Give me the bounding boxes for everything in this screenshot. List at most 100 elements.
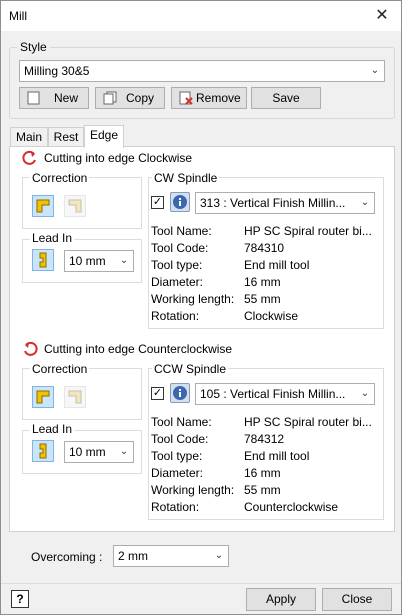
copy-button[interactable]: Copy [95,87,165,109]
cw-spindle-label: CW Spindle [152,171,220,185]
detail-key: Rotation: [151,309,200,323]
ccw-correction-right-button[interactable] [64,386,86,408]
ccw-correction-label: Correction [30,362,90,376]
info-icon [173,195,187,209]
help-icon: ? [16,592,24,606]
close-button-label: Close [341,592,373,606]
overcoming-label: Overcoming : [31,550,103,564]
detail-key: Rotation: [151,500,200,514]
chevron-down-icon: ⌄ [119,446,129,457]
cw-tool-select[interactable]: 313 : Vertical Finish Millin... ⌄ [195,192,375,214]
chevron-down-icon: ⌄ [214,550,224,561]
detail-value: Clockwise [244,309,299,323]
cw-lead-in-button[interactable] [32,249,54,271]
save-button[interactable]: Save [251,87,321,109]
detail-value: 16 mm [244,275,281,289]
copy-button-label: Copy [126,91,155,105]
correction-left-icon [36,199,50,213]
ccw-spindle-label: CCW Spindle [152,362,229,376]
detail-value: End mill tool [244,258,310,272]
remove-button[interactable]: Remove [171,87,247,109]
detail-value: End mill tool [244,449,310,463]
detail-value: 55 mm [244,483,281,497]
chevron-down-icon: ⌄ [360,197,370,208]
new-button[interactable]: New [19,87,89,109]
correction-right-icon [68,199,82,213]
detail-key: Tool Name: [151,224,212,238]
tab-main-label: Main [15,130,42,144]
cw-spindle-checkbox[interactable]: ✓ [151,196,164,209]
detail-key: Tool type: [151,449,203,463]
apply-button[interactable]: Apply [246,588,316,611]
clockwise-arrow-icon [22,150,36,165]
detail-value: HP SC Spiral router bi... [244,224,372,238]
close-window-icon[interactable]: ✕ [369,3,395,29]
tab-rest-label: Rest [53,130,79,144]
chevron-down-icon: ⌄ [360,388,370,399]
remove-document-icon [179,91,193,105]
detail-value: 784312 [244,432,285,446]
detail-value: HP SC Spiral router bi... [244,415,372,429]
overcoming-select[interactable]: 2 mm ⌄ [113,545,229,567]
ccw-correction-left-button[interactable] [32,386,54,408]
detail-value: 16 mm [244,466,281,480]
detail-value: 55 mm [244,292,281,306]
detail-key: Tool Code: [151,432,209,446]
detail-key: Working length: [151,483,235,497]
help-button[interactable]: ? [11,590,29,608]
cw-section-header: Cutting into edge Clockwise [22,150,322,167]
correction-right-icon [68,390,82,404]
edge-tab-panel: Cutting into edge Clockwise Correction L… [9,146,395,532]
correction-left-icon [36,390,50,404]
ccw-tool-info-button[interactable] [170,383,190,403]
title-bar: Mill ✕ [1,1,401,31]
style-group-label: Style [17,40,50,54]
tab-edge-label: Edge [89,128,119,142]
ccw-section-title: Cutting into edge Counterclockwise [44,342,233,356]
ccw-lead-in-value: 10 mm [69,445,106,459]
info-icon [173,386,187,400]
detail-key: Tool type: [151,258,203,272]
copy-icon [103,91,117,105]
style-select[interactable]: Milling 30&5 ⌄ [19,60,385,82]
lead-in-icon [39,443,47,459]
lead-in-icon [39,252,47,268]
new-document-icon [27,91,40,105]
remove-button-label: Remove [196,91,241,105]
ccw-spindle-checkbox[interactable]: ✓ [151,387,164,400]
overcoming-value: 2 mm [118,549,148,563]
apply-button-label: Apply [265,592,297,606]
new-button-label: New [54,91,79,105]
mill-dialog: Mill ✕ Style Milling 30&5 ⌄ New Copy Rem… [0,0,402,615]
detail-key: Working length: [151,292,235,306]
window-title: Mill [9,9,27,23]
ccw-lead-in-label: Lead In [30,422,75,436]
tab-main[interactable]: Main [10,127,48,147]
cw-tool-select-value: 313 : Vertical Finish Millin... [200,196,346,210]
tab-edge[interactable]: Edge [84,125,124,148]
chevron-down-icon: ⌄ [119,255,129,266]
ccw-section-header: Cutting into edge Counterclockwise [22,341,362,358]
detail-key: Tool Code: [151,241,209,255]
detail-key: Tool Name: [151,415,212,429]
ccw-tool-select[interactable]: 105 : Vertical Finish Millin... ⌄ [195,383,375,405]
save-button-label: Save [272,91,300,105]
detail-key: Diameter: [151,466,204,480]
detail-value: Counterclockwise [244,500,339,514]
ccw-tool-select-value: 105 : Vertical Finish Millin... [200,387,346,401]
cw-correction-left-button[interactable] [32,195,54,217]
cw-tool-info-button[interactable] [170,192,190,212]
style-select-value: Milling 30&5 [24,64,90,78]
close-button[interactable]: Close [322,588,392,611]
cw-lead-in-select[interactable]: 10 mm ⌄ [64,250,134,272]
cw-correction-label: Correction [30,171,90,185]
tab-rest[interactable]: Rest [48,127,84,147]
footer-divider [1,583,401,584]
chevron-down-icon: ⌄ [370,65,380,76]
counterclockwise-arrow-icon [24,341,38,356]
cw-correction-right-button[interactable] [64,195,86,217]
cw-lead-in-label: Lead In [30,231,75,245]
cw-lead-in-value: 10 mm [69,254,106,268]
ccw-lead-in-button[interactable] [32,440,54,462]
ccw-lead-in-select[interactable]: 10 mm ⌄ [64,441,134,463]
